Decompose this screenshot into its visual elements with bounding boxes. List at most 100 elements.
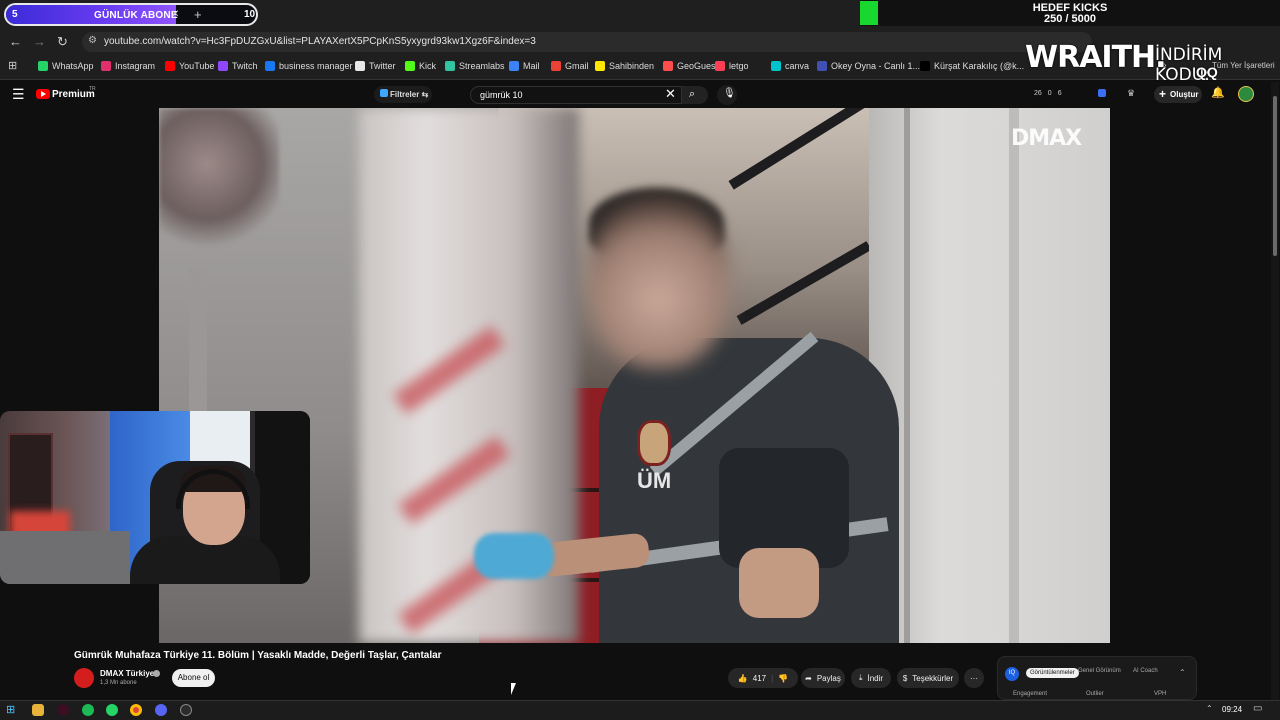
promo-code: QQ [1196,64,1218,80]
forward-icon[interactable]: → [33,34,46,49]
windows-start-icon[interactable]: ⊞ [6,703,15,716]
like-dislike-group[interactable]: 👍 417 | 👎 [728,668,798,688]
bookmark-instagram[interactable]: Instagram [101,61,155,71]
bookmark-sahibinden[interactable]: Sahibinden [595,61,654,71]
bookmark-favicon-icon [445,61,455,71]
bookmark-kick[interactable]: Kick [405,61,436,71]
dislike-icon[interactable]: 👎 [778,674,788,683]
hamburger-menu-icon[interactable]: ☰ [12,86,25,103]
bookmark-letgo[interactable]: letgo [715,61,749,71]
tab-views[interactable]: Görüntülenmeler [1026,668,1079,678]
bookmark-okey-oyna-canl-1[interactable]: Okey Oyna - Canlı 1... [817,61,920,71]
more-actions-button[interactable]: ··· [964,668,984,688]
obs-icon[interactable] [180,704,192,716]
taskbar-clock[interactable]: 09:24 [1222,705,1242,714]
sponsor-logo: WRAITH. [1025,40,1167,75]
bookmark-youtube[interactable]: YouTube [165,61,214,71]
download-label: İndir [867,673,884,683]
back-icon[interactable]: ← [9,34,22,49]
bookmark-favicon-icon [551,61,561,71]
notifications-bell-icon[interactable]: 🔔 [1211,86,1225,100]
like-count: 417 [752,673,767,683]
bookmark-label: YouTube [179,61,215,71]
subscribe-button[interactable]: Abone ol [172,669,215,687]
search-button[interactable]: ⌕ [682,86,708,104]
spotify-icon[interactable] [82,704,94,716]
bookmark-mail[interactable]: Mail [509,61,540,71]
voice-search-button[interactable]: 🎙 [717,85,737,105]
close-icon[interactable]: ✕ [171,9,179,20]
notification-center-icon[interactable]: ▭ [1253,703,1262,714]
tab-overview[interactable]: Genel Görünüm [1078,668,1121,674]
dmax-watermark: DMAX [1011,126,1082,151]
bookmark-business-manager[interactable]: business manager [265,61,353,71]
bookmark-label: letgo [729,61,749,71]
app-icon[interactable] [57,704,69,716]
channel-name[interactable]: DMAX Türkiye [100,669,154,678]
bookmark-canva[interactable]: canva [771,61,809,71]
reload-icon[interactable]: ↻ [57,34,68,50]
bookmark-favicon-icon [101,61,111,71]
bookmark-favicon-icon [218,61,228,71]
video-frame-arm [739,548,819,618]
tray-expand-icon[interactable]: ⌃ [1206,704,1213,713]
thanks-button[interactable]: $ Teşekkürler [897,668,959,688]
file-explorer-icon[interactable] [32,704,44,716]
account-avatar[interactable] [1238,86,1254,102]
youtube-logo-icon[interactable] [36,89,50,99]
download-button[interactable]: ⤓ İndir [851,668,891,688]
webcam-sofa [0,531,130,584]
channel-avatar[interactable] [74,668,94,688]
url-text[interactable]: youtube.com/watch?v=Hc3FpDUZGxU&list=PLA… [104,36,536,47]
bookmark-favicon-icon [771,61,781,71]
daily-subscriber-goal-overlay: 5 GÜNLÜK ABONE ✕ + 10 [4,3,258,26]
mouse-cursor-icon [511,683,521,695]
daily-sub-target: 10 [244,9,256,20]
create-button[interactable]: + Oluştur [1154,86,1202,103]
plus-icon: + [1159,87,1167,101]
streamer-webcam [0,411,310,584]
scrollbar-thumb[interactable] [1273,96,1277,256]
thanks-icon: $ [902,673,908,683]
column-vph: VPH [1154,691,1167,697]
chrome-icon[interactable] [130,704,142,716]
bookmark-streamlabs[interactable]: Streamlabs [445,61,505,71]
bookmark-twitter[interactable]: Twitter [355,61,396,71]
extension-icon[interactable] [1098,89,1106,97]
ext-stat-2: 0 [1047,90,1052,97]
vest-badge-text: ÜM [637,468,672,493]
bookmark-twitch[interactable]: Twitch [218,61,258,71]
extension-stats[interactable]: 26 0 6 [1034,90,1062,97]
share-button[interactable]: ➦ Paylaş [801,668,845,688]
bookmark-label: Instagram [115,61,156,71]
site-info-icon[interactable]: ⚙ [88,35,97,46]
windows-taskbar [0,700,1280,720]
bookmark-gmail[interactable]: Gmail [551,61,589,71]
trophy-icon[interactable]: ♛ [1127,88,1135,99]
customs-badge-icon [637,420,671,466]
clear-search-icon[interactable]: ✕ [665,86,676,102]
whatsapp-icon[interactable] [106,704,118,716]
new-tab-icon[interactable]: + [194,7,202,22]
filter-icon [380,89,388,97]
search-value[interactable]: gümrük 10 [480,90,523,100]
bookmark-label: canva [785,61,810,71]
like-icon[interactable]: 👍 [738,674,748,683]
video-frame-door-hinge [904,108,910,643]
video-frame-glove [474,533,554,579]
goal-progress-text: 250 / 5000 [1044,13,1096,25]
bookmark-k-r-at-karak-l-k[interactable]: Kürşat Karakılıç (@k... [920,61,1024,71]
bookmark-favicon-icon [405,61,415,71]
bookmark-label: Twitch [232,61,258,71]
bookmark-favicon-icon [920,61,930,71]
bookmark-favicon-icon [38,61,48,71]
daily-sub-current: 5 [12,9,18,20]
apps-grid-icon[interactable]: ⊞ [8,59,17,72]
bookmark-whatsapp[interactable]: WhatsApp [38,61,94,71]
bookmark-label: Streamlabs [459,61,505,71]
search-icon: ⌕ [689,88,696,100]
bookmark-favicon-icon [663,61,673,71]
collapse-icon[interactable]: ⌃ [1179,668,1186,677]
tab-ai-coach[interactable]: AI Coach [1133,668,1158,674]
discord-icon[interactable] [155,704,167,716]
